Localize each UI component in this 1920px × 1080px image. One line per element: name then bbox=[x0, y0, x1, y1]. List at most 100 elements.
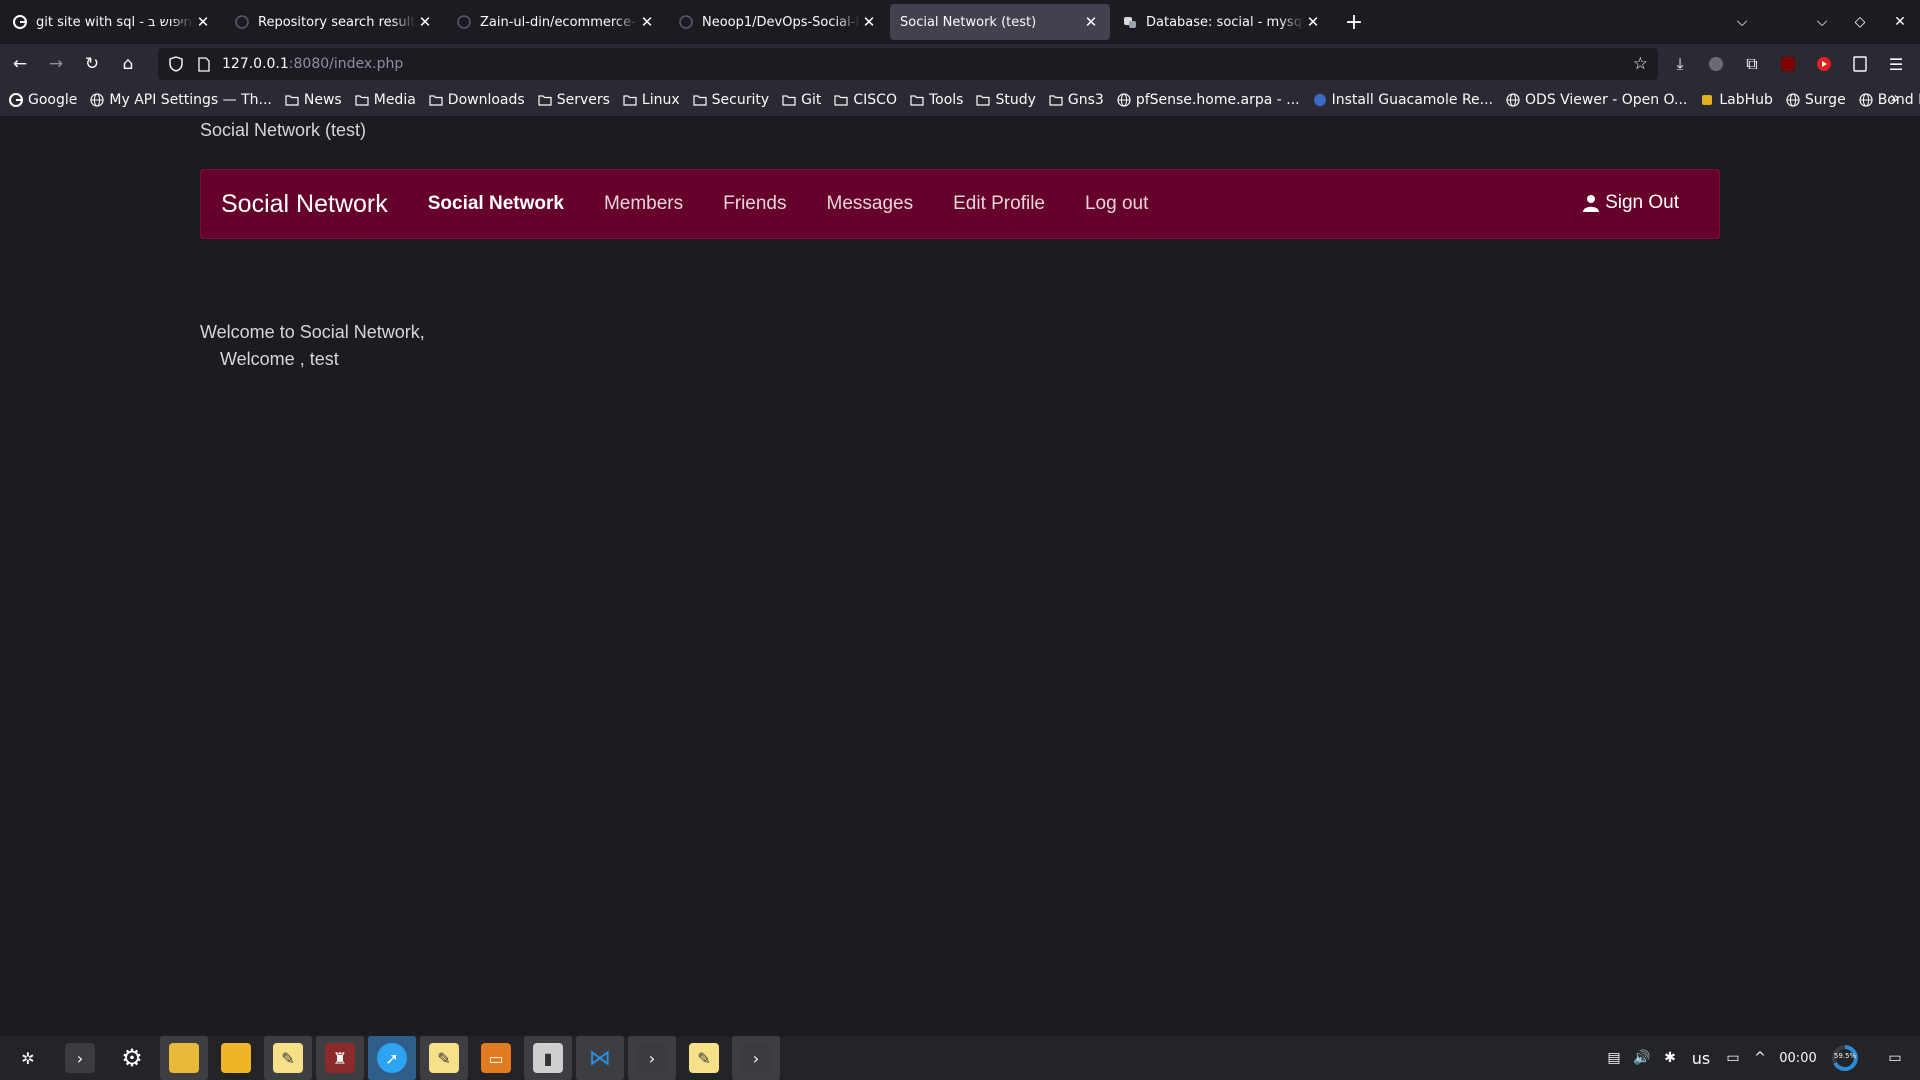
close-tab-icon[interactable]: ✕ bbox=[1082, 13, 1100, 31]
folder-icon bbox=[1048, 92, 1064, 108]
bookmark-item[interactable]: My API Settings — Th... bbox=[89, 92, 272, 108]
close-window-icon[interactable]: ✕ bbox=[1886, 8, 1914, 36]
bookmark-item[interactable]: News bbox=[284, 92, 342, 108]
bookmark-label: Media bbox=[373, 92, 416, 108]
taskbar-app-terminal[interactable]: › bbox=[56, 1036, 104, 1080]
bookmark-label: My API Settings — Th... bbox=[109, 92, 272, 108]
navbar-brand[interactable]: Social Network bbox=[221, 190, 388, 219]
bookmark-item[interactable]: pfSense.home.arpa - ... bbox=[1116, 92, 1300, 108]
settings-gear-icon: ⚙ bbox=[121, 1044, 143, 1072]
bookmark-label: Google bbox=[28, 92, 78, 108]
taskbar-app-vscode[interactable]: ⋈ bbox=[576, 1036, 624, 1080]
bookmark-item[interactable]: Linux bbox=[622, 92, 680, 108]
browser-tab[interactable]: Repository search results ✕ bbox=[224, 4, 444, 40]
sign-out-link[interactable]: Sign Out bbox=[1581, 192, 1679, 214]
github-icon bbox=[678, 14, 694, 30]
browser-tab[interactable]: Neoop1/DevOps-Social-PHP ✕ bbox=[668, 4, 888, 40]
back-icon[interactable]: ← bbox=[4, 48, 36, 80]
tab-title: Database: social - mysql - Adminer bbox=[1146, 14, 1304, 30]
close-tab-icon[interactable]: ✕ bbox=[638, 13, 656, 31]
nav-link-social-network[interactable]: Social Network bbox=[428, 193, 564, 215]
show-desktop-icon[interactable]: ▭ bbox=[1884, 1036, 1906, 1080]
taskbar-app-presentation[interactable]: ▭ bbox=[472, 1036, 520, 1080]
nav-link-edit-profile[interactable]: Edit Profile bbox=[953, 193, 1045, 215]
bookmark-item[interactable]: Bond Linux Netplan bbox=[1858, 92, 1920, 108]
youtube-extension-icon[interactable] bbox=[1808, 48, 1840, 80]
taskbar-app-files[interactable] bbox=[160, 1036, 208, 1080]
application-launcher-button[interactable]: ✲ bbox=[4, 1036, 52, 1080]
bookmark-item[interactable]: Servers bbox=[537, 92, 610, 108]
browser-tab[interactable]: git site with sql - חיפוש ב-Google ✕ bbox=[2, 4, 222, 40]
tab-title: Zain-ul-din/ecommerce-site bbox=[480, 14, 638, 30]
menu-icon[interactable]: ☰ bbox=[1880, 48, 1912, 80]
clipboard-icon[interactable]: ▤ bbox=[1604, 1036, 1624, 1080]
google-icon bbox=[8, 92, 24, 108]
network-icon[interactable]: ▭ bbox=[1722, 1036, 1744, 1080]
close-tab-icon[interactable]: ✕ bbox=[1304, 13, 1322, 31]
taskbar-app-editor[interactable]: ✎ bbox=[264, 1036, 312, 1080]
account-icon[interactable] bbox=[1700, 48, 1732, 80]
bookmark-item[interactable]: Surge bbox=[1785, 92, 1846, 108]
downloads-icon[interactable]: ⤓ bbox=[1664, 48, 1696, 80]
close-tab-icon[interactable]: ✕ bbox=[416, 13, 434, 31]
browser-tab[interactable]: Zain-ul-din/ecommerce-site ✕ bbox=[446, 4, 666, 40]
taskbar-app-notes-2[interactable]: ✎ bbox=[680, 1036, 728, 1080]
bookmark-item[interactable]: Install Guacamole Re... bbox=[1312, 92, 1493, 108]
nav-link-messages[interactable]: Messages bbox=[827, 193, 914, 215]
nav-link-members[interactable]: Members bbox=[604, 193, 683, 215]
bookmark-item[interactable]: Gns3 bbox=[1048, 92, 1104, 108]
home-icon[interactable]: ⌂ bbox=[112, 48, 144, 80]
keyboard-layout[interactable]: us bbox=[1688, 1036, 1714, 1080]
nav-link-friends[interactable]: Friends bbox=[723, 193, 786, 215]
list-all-tabs-icon[interactable]: ⌵ bbox=[1728, 8, 1756, 36]
restore-window-icon[interactable]: ◇ bbox=[1846, 8, 1874, 36]
taskbar-app-notes[interactable]: ✎ bbox=[420, 1036, 468, 1080]
bookmark-star-icon[interactable]: ☆ bbox=[1633, 54, 1648, 74]
taskbar-app-browser[interactable]: ➚ bbox=[368, 1036, 416, 1080]
tracking-protection-icon[interactable] bbox=[166, 54, 186, 74]
bookmark-item[interactable]: Google bbox=[8, 92, 77, 108]
nav-link-log-out[interactable]: Log out bbox=[1085, 193, 1148, 215]
bookmark-item[interactable]: Media bbox=[354, 92, 416, 108]
taskbar-app-folder[interactable] bbox=[212, 1036, 260, 1080]
browser-tab-active[interactable]: Social Network (test) ✕ bbox=[890, 4, 1110, 40]
clock[interactable]: 00:00 bbox=[1774, 1036, 1822, 1080]
url-bar[interactable]: 127.0.0.1:8080/index.php ☆ bbox=[158, 48, 1658, 80]
folder-icon bbox=[284, 92, 300, 108]
volume-icon[interactable]: 🔊 bbox=[1632, 1036, 1652, 1080]
page-heading: Social Network (test) bbox=[200, 120, 367, 140]
github-icon bbox=[234, 14, 250, 30]
bookmark-item[interactable]: ODS Viewer - Open O... bbox=[1505, 92, 1687, 108]
bookmark-item[interactable]: Study bbox=[975, 92, 1036, 108]
browser-tab[interactable]: Database: social - mysql - Adminer ✕ bbox=[1112, 4, 1332, 40]
notes-extension-icon[interactable] bbox=[1844, 48, 1876, 80]
minimize-window-icon[interactable]: ⌵ bbox=[1808, 8, 1836, 36]
new-tab-button[interactable]: + bbox=[1338, 6, 1370, 38]
taskbar-app-settings[interactable]: ⚙ bbox=[108, 1036, 156, 1080]
terminal-icon: › bbox=[65, 1043, 95, 1073]
more-bookmarks-icon[interactable]: » bbox=[1890, 88, 1910, 107]
page-info-icon[interactable] bbox=[194, 54, 214, 74]
bookmark-label: CISCO bbox=[853, 92, 897, 108]
launcher-icon: ✲ bbox=[21, 1048, 35, 1068]
extensions-icon[interactable]: ⧉ bbox=[1736, 48, 1768, 80]
close-tab-icon[interactable]: ✕ bbox=[860, 13, 878, 31]
presentation-icon: ▭ bbox=[481, 1043, 511, 1073]
bookmark-item[interactable]: Git bbox=[781, 92, 821, 108]
taskbar-app-archive[interactable]: ▮ bbox=[524, 1036, 572, 1080]
reload-icon[interactable]: ↻ bbox=[76, 48, 108, 80]
bluetooth-icon[interactable]: ✱ bbox=[1660, 1036, 1680, 1080]
forward-icon[interactable]: → bbox=[40, 48, 72, 80]
ublock-icon[interactable] bbox=[1772, 48, 1804, 80]
bookmark-item[interactable]: CISCO bbox=[833, 92, 897, 108]
taskbar-app-terminal-2[interactable]: › bbox=[628, 1036, 676, 1080]
bookmark-item[interactable]: Security bbox=[692, 92, 769, 108]
github-icon bbox=[456, 14, 472, 30]
bookmark-item[interactable]: Tools bbox=[909, 92, 963, 108]
taskbar-app-security[interactable]: ♜ bbox=[316, 1036, 364, 1080]
bookmark-item[interactable]: LabHub bbox=[1699, 92, 1773, 108]
show-hidden-icons-icon[interactable]: ^ bbox=[1750, 1036, 1770, 1080]
taskbar-app-terminal-3[interactable]: › bbox=[732, 1036, 780, 1080]
bookmark-item[interactable]: Downloads bbox=[428, 92, 525, 108]
close-tab-icon[interactable]: ✕ bbox=[194, 13, 212, 31]
